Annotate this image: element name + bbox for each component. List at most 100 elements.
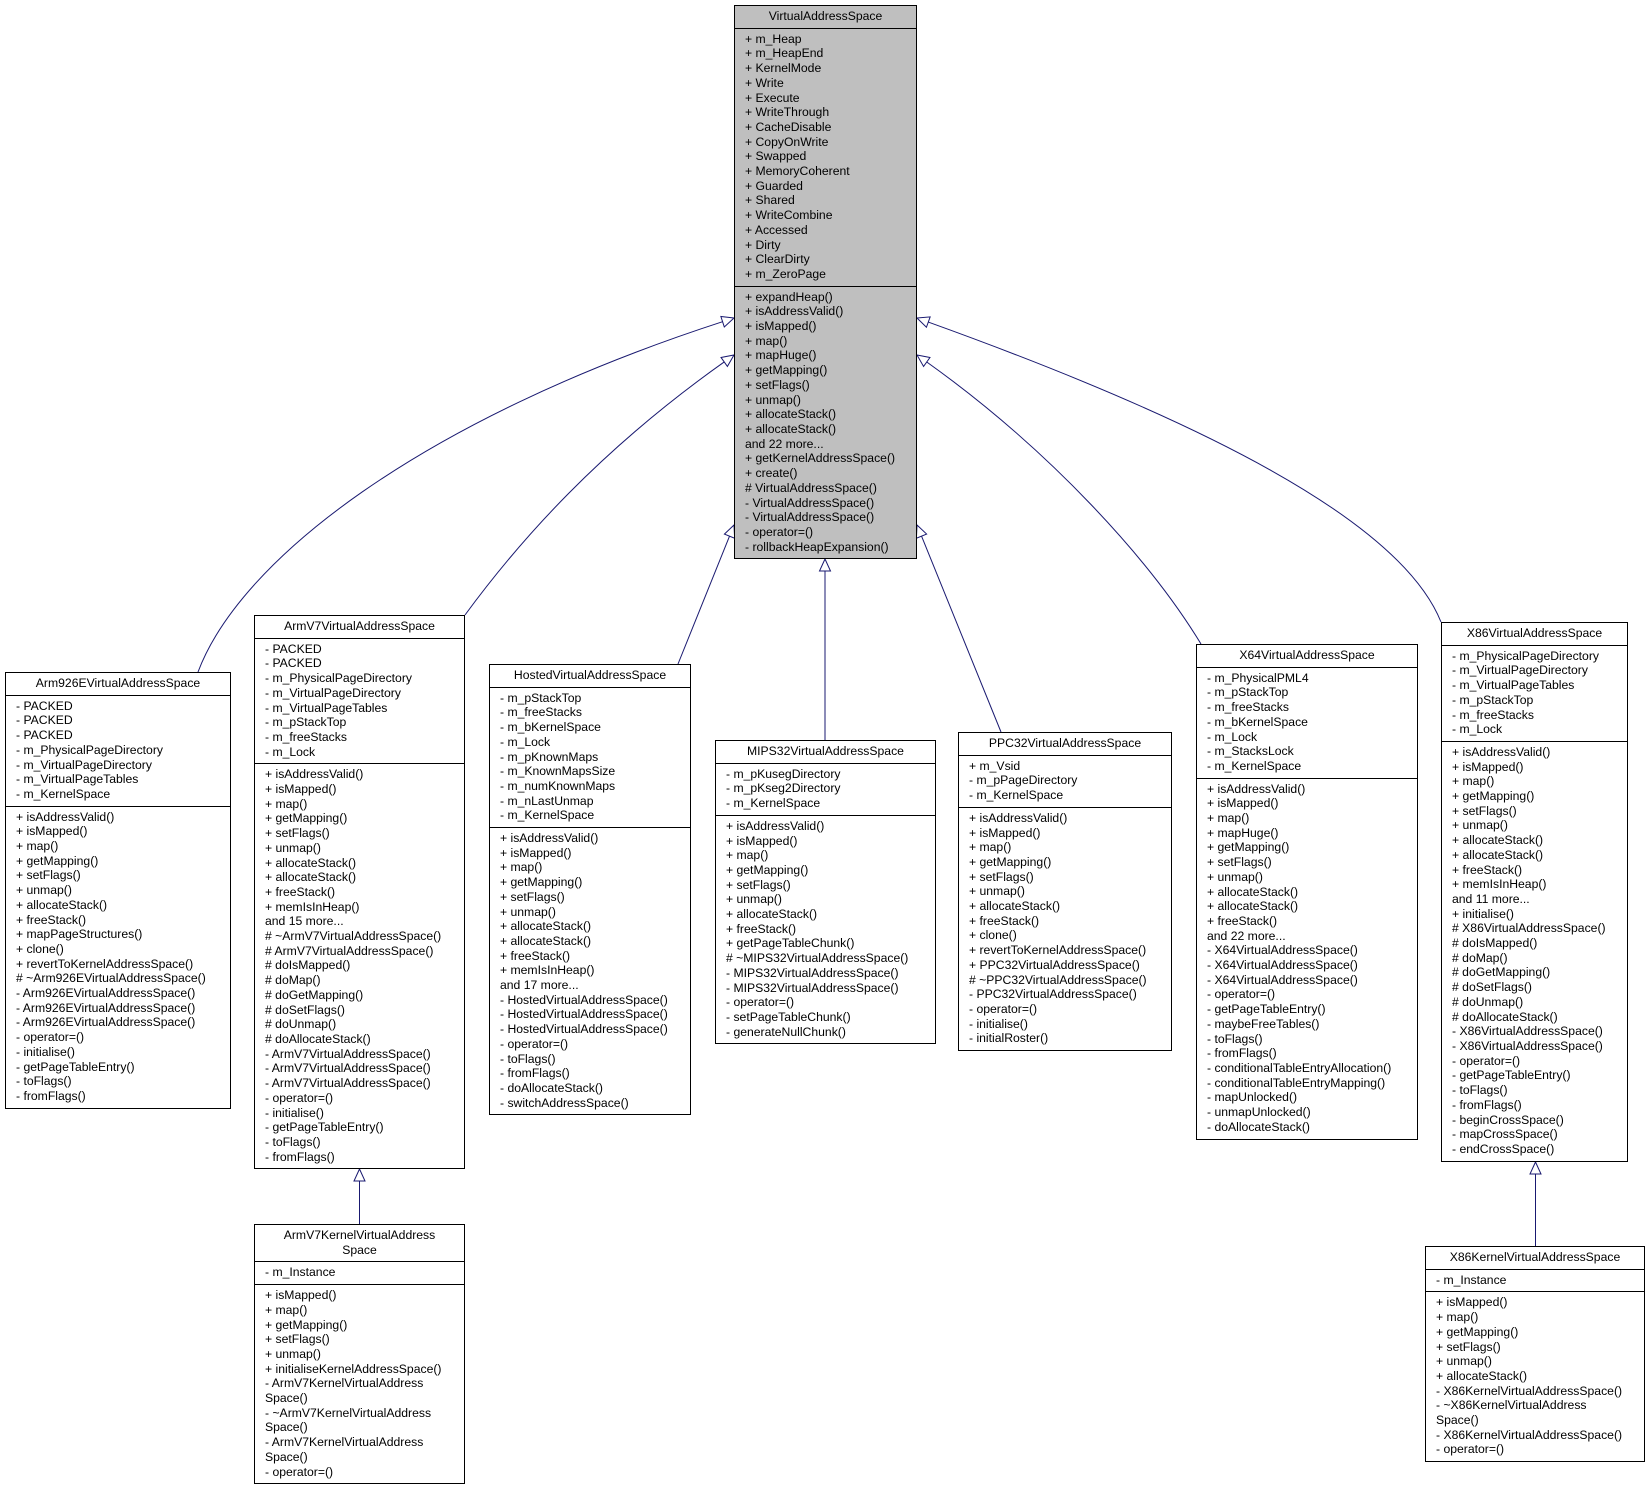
- class-box-armv7kernelvirtualaddressspace[interactable]: ArmV7KernelVirtualAddress Space - m_Insta…: [254, 1224, 465, 1485]
- edge-x64virtualaddressspace-arrowhead: [916, 354, 931, 368]
- method: + freeStack(): [16, 912, 87, 927]
- method-list: + isAddressValid() + isMapped() + map() + g…: [6, 805, 230, 1108]
- method: - fromFlags(): [500, 1066, 570, 1081]
- method: - switchAddressSpace(): [500, 1095, 629, 1110]
- method: + unmap(): [726, 892, 782, 907]
- method: + freeStack(): [1207, 913, 1278, 928]
- attribute: - m_KernelSpace: [1207, 758, 1302, 773]
- method: + map(): [1452, 774, 1495, 789]
- attribute: - m_Lock: [1207, 729, 1258, 744]
- method-list: + isMapped() + map() + getMapping() + setFl…: [1426, 1291, 1644, 1461]
- method: # doSetFlags(): [1452, 980, 1532, 995]
- method: - ArmV7VirtualAddressSpace(): [265, 1076, 431, 1091]
- attribute: - m_pStackTop: [1452, 692, 1534, 707]
- method: + allocateStack(): [1207, 884, 1299, 899]
- method: - X86KernelVirtualAddressSpace(): [1436, 1383, 1623, 1398]
- class-box-virtualaddressspace[interactable]: VirtualAddressSpace + m_Heap + m_HeapEnd + …: [734, 5, 917, 560]
- method: + freeStack(): [969, 913, 1040, 928]
- method: # doIsMapped(): [1452, 936, 1538, 951]
- method: + setFlags(): [1207, 855, 1272, 870]
- method: + getMapping(): [265, 811, 348, 826]
- method: # doGetMapping(): [1452, 965, 1551, 980]
- method: - doAllocateStack(): [1207, 1119, 1310, 1134]
- method-list: + isAddressValid() + isMapped() + map() + g…: [490, 827, 690, 1114]
- method: + setFlags(): [265, 826, 330, 841]
- method: # ~Arm926EVirtualAddressSpace(): [16, 971, 206, 986]
- attribute: - PACKED: [16, 728, 73, 743]
- method: + isMapped(): [500, 845, 572, 860]
- method: - operator=(): [726, 995, 795, 1010]
- attribute: - m_freeStacks: [265, 729, 347, 744]
- method: - endCrossSpace(): [1452, 1141, 1555, 1156]
- method: # doUnmap(): [1452, 994, 1524, 1009]
- attribute: - m_PhysicalPageDirectory: [1452, 648, 1599, 663]
- method: - operator=(): [265, 1090, 334, 1105]
- method: # doMap(): [265, 973, 321, 988]
- class-box-arm926evirtualaddressspace[interactable]: Arm926EVirtualAddressSpace - PACKED - PACK…: [5, 672, 231, 1109]
- method: - mapCrossSpace(): [1452, 1127, 1558, 1142]
- attribute: + Accessed: [745, 222, 808, 237]
- class-box-mips32virtualaddressspace[interactable]: MIPS32VirtualAddressSpace - m_pKusegDirec…: [715, 740, 936, 1045]
- method: + isMapped(): [745, 319, 817, 334]
- method: - HostedVirtualAddressSpace(): [500, 1007, 668, 1022]
- method: + map(): [969, 840, 1012, 855]
- method: - VirtualAddressSpace(): [745, 495, 875, 510]
- class-box-x64virtualaddressspace[interactable]: X64VirtualAddressSpace - m_PhysicalPML4- …: [1196, 644, 1418, 1140]
- attribute: + m_ZeroPage: [745, 266, 826, 281]
- method: - ArmV7VirtualAddressSpace(): [265, 1061, 431, 1076]
- class-box-x86kernelvirtualaddressspace[interactable]: X86KernelVirtualAddressSpace - m_Instance…: [1425, 1246, 1645, 1463]
- method: + isAddressValid(): [969, 810, 1068, 825]
- method: - ArmV7KernelVirtualAddress Space(): [265, 1376, 424, 1406]
- attribute: - m_VirtualPageTables: [1452, 678, 1575, 693]
- method: - getPageTableEntry(): [265, 1120, 384, 1135]
- class-name: Arm926EVirtualAddressSpace: [6, 673, 230, 696]
- attribute: - m_pKnownMaps: [500, 749, 599, 764]
- method: - toFlags(): [1207, 1031, 1263, 1046]
- class-box-armv7virtualaddressspace[interactable]: ArmV7VirtualAddressSpace - PACKED - PACKED…: [254, 615, 465, 1170]
- method: + setFlags(): [726, 877, 791, 892]
- method: + unmap(): [969, 884, 1025, 899]
- method: + isMapped(): [265, 1288, 337, 1303]
- attribute: + m_HeapEnd: [745, 46, 824, 61]
- attribute: - m_freeStacks: [1207, 700, 1289, 715]
- method: - fromFlags(): [1207, 1046, 1277, 1061]
- method: - ArmV7KernelVirtualAddress Space(): [265, 1435, 424, 1464]
- method: # ~ArmV7VirtualAddressSpace(): [265, 929, 442, 944]
- method: + getMapping(): [745, 363, 828, 378]
- class-box-x86virtualaddressspace[interactable]: X86VirtualAddressSpace - m_PhysicalPageDi…: [1441, 622, 1628, 1162]
- method: + isMapped(): [1452, 759, 1524, 774]
- edge-arm926evirtualaddressspace-arrowhead: [720, 315, 736, 328]
- edge-mips32virtualaddressspace-arrowhead: [818, 557, 832, 572]
- method: + getMapping(): [1207, 840, 1290, 855]
- edge-x64virtualaddressspace: [926, 361, 1202, 645]
- attribute-list: - m_pStackTop - m_freeStacks - m_bKernelSp…: [490, 688, 690, 827]
- method: + getMapping(): [1452, 789, 1535, 804]
- method: + mapHuge(): [745, 348, 817, 363]
- attribute: - m_KernelSpace: [726, 796, 821, 811]
- method: + unmap(): [500, 904, 556, 919]
- class-box-ppc32virtualaddressspace[interactable]: PPC32VirtualAddressSpace + m_Vsid - m_pPag…: [958, 732, 1172, 1052]
- method: + getKernelAddressSpace(): [745, 451, 896, 466]
- class-name: X86KernelVirtualAddressSpace: [1426, 1247, 1644, 1270]
- class-name: MIPS32VirtualAddressSpace: [716, 741, 935, 764]
- method: + allocateStack(): [265, 855, 357, 870]
- attribute: + Swapped: [745, 149, 807, 164]
- attribute: - m_pStackTop: [500, 690, 582, 705]
- attribute: - m_pPageDirectory: [969, 773, 1078, 788]
- class-box-hostedvirtualaddressspace[interactable]: HostedVirtualAddressSpace - m_pStackTop - …: [489, 664, 691, 1116]
- method: + allocateStack(): [969, 899, 1061, 914]
- method: + unmap(): [265, 1346, 321, 1361]
- method: + initialiseKernelAddressSpace(): [265, 1361, 442, 1376]
- edge-ppc32virtualaddressspace: [921, 535, 1002, 733]
- method: + unmap(): [745, 392, 801, 407]
- attribute: + Dirty: [745, 237, 781, 252]
- method: + getMapping(): [969, 854, 1052, 869]
- method: - initialise(): [16, 1044, 75, 1059]
- method: + isAddressValid(): [16, 809, 115, 824]
- method: and 17 more...: [500, 978, 579, 993]
- method: - HostedVirtualAddressSpace(): [500, 992, 668, 1007]
- attribute-list: - PACKED - PACKED - m_PhysicalPageDirector…: [255, 639, 464, 764]
- edge-ppc32virtualaddressspace-arrowhead: [915, 523, 928, 539]
- method: + map(): [726, 848, 769, 863]
- class-name: VirtualAddressSpace: [735, 6, 916, 29]
